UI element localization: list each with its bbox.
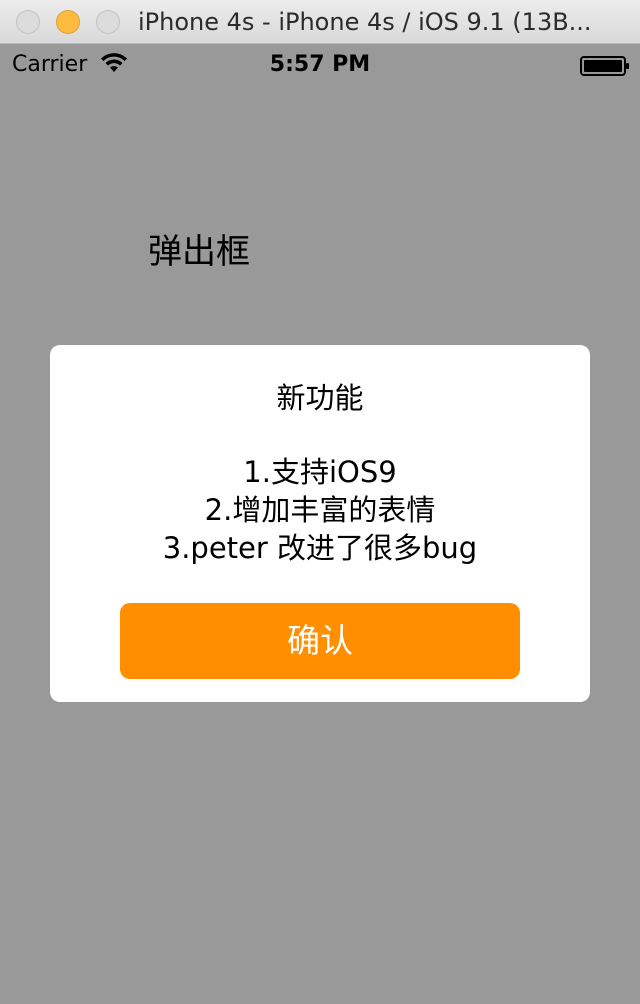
confirm-button[interactable]: 确认 bbox=[120, 603, 520, 679]
alert-dialog: 新功能 1.支持iOS9 2.增加丰富的表情 3.peter 改进了很多bug … bbox=[50, 345, 590, 702]
close-icon[interactable] bbox=[16, 10, 40, 34]
window-titlebar: iPhone 4s - iPhone 4s / iOS 9.1 (13B... bbox=[0, 0, 640, 44]
alert-message-line: 1.支持iOS9 bbox=[243, 455, 397, 489]
alert-title: 新功能 bbox=[276, 381, 364, 415]
status-bar: Carrier 5:57 PM bbox=[0, 44, 640, 84]
simulator-window: iPhone 4s - iPhone 4s / iOS 9.1 (13B... … bbox=[0, 0, 640, 1004]
window-title: iPhone 4s - iPhone 4s / iOS 9.1 (13B... bbox=[138, 8, 592, 36]
zoom-icon[interactable] bbox=[96, 10, 120, 34]
alert-message-line: 2.增加丰富的表情 bbox=[204, 493, 436, 527]
status-time: 5:57 PM bbox=[269, 52, 371, 77]
alert-message: 1.支持iOS9 2.增加丰富的表情 3.peter 改进了很多bug bbox=[50, 453, 590, 567]
battery-icon bbox=[580, 56, 629, 76]
alert-message-line: 3.peter 改进了很多bug bbox=[162, 531, 478, 565]
minimize-icon[interactable] bbox=[56, 10, 80, 34]
page-label: 弹出框 bbox=[148, 232, 250, 272]
